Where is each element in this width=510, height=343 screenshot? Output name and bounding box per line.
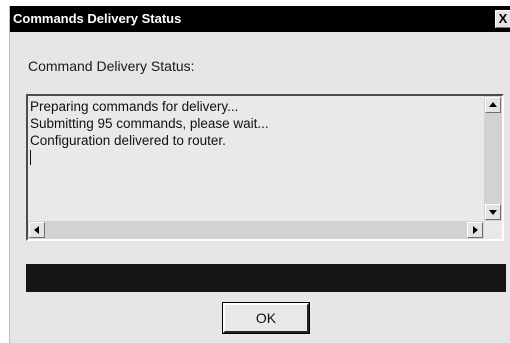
scroll-left-button[interactable]: [29, 222, 45, 238]
log-line: Submitting 95 commands, please wait...: [30, 116, 269, 131]
scroll-up-button[interactable]: [485, 97, 501, 113]
status-label: Command Delivery Status:: [28, 58, 195, 74]
log-line: Configuration delivered to router.: [30, 133, 226, 148]
text-caret: [30, 150, 31, 165]
window-title: Commands Delivery Status: [13, 11, 182, 26]
scrollbar-corner: [484, 221, 502, 239]
title-bar[interactable]: Commands Delivery Status X: [10, 6, 510, 32]
vertical-scrollbar[interactable]: [484, 96, 502, 221]
progress-bar: [26, 264, 506, 292]
arrow-down-icon: [489, 210, 497, 215]
scroll-down-button[interactable]: [485, 204, 501, 220]
log-line: Preparing commands for delivery...: [30, 99, 239, 114]
close-icon: X: [498, 11, 508, 26]
ok-button[interactable]: OK: [222, 302, 310, 334]
dialog-window: Commands Delivery Status X Command Deliv…: [9, 6, 510, 343]
close-button[interactable]: X: [495, 10, 510, 28]
status-log-textarea[interactable]: Preparing commands for delivery... Submi…: [26, 94, 504, 241]
arrow-right-icon: [473, 226, 478, 234]
horizontal-scrollbar[interactable]: [28, 221, 484, 239]
scroll-right-button[interactable]: [467, 222, 483, 238]
progress-fill: [26, 264, 506, 292]
arrow-left-icon: [34, 226, 39, 234]
log-text: Preparing commands for delivery... Submi…: [30, 98, 482, 149]
arrow-up-icon: [489, 102, 497, 107]
